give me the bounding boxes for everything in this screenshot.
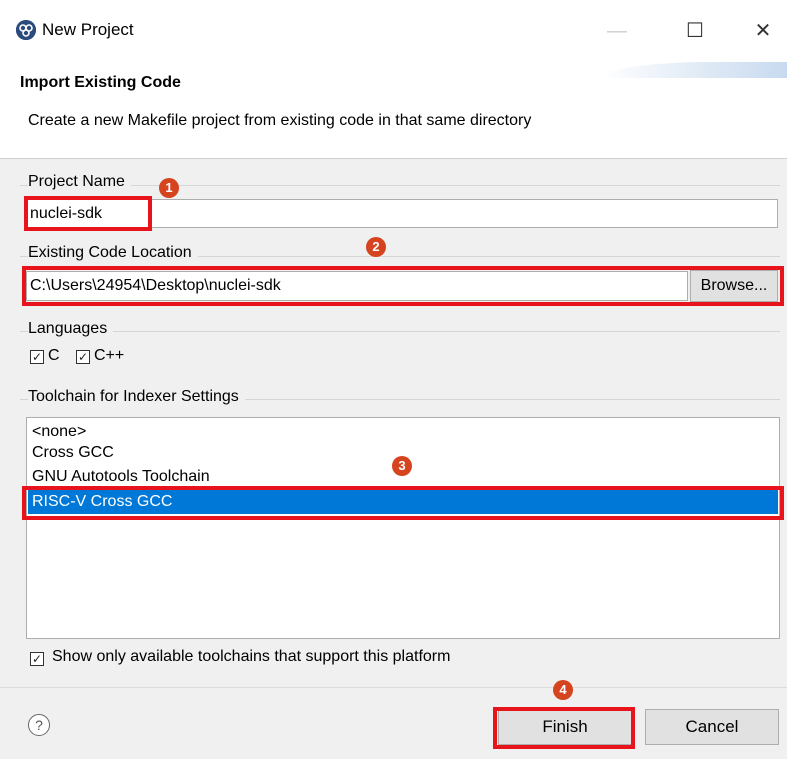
toolchain-filter-label: Show only available toolchains that supp… [52, 648, 451, 665]
wizard-page-title: Import Existing Code [20, 74, 181, 91]
project-name-input[interactable]: nuclei-sdk [26, 199, 778, 228]
code-location-label: Existing Code Location [28, 244, 198, 262]
language-cpp-label: C++ [94, 347, 125, 364]
toolchain-label: Toolchain for Indexer Settings [28, 388, 245, 406]
help-icon[interactable]: ? [28, 714, 50, 736]
step-badge-1: 1 [159, 178, 179, 198]
toolchain-filter-checkbox[interactable]: ✓ [30, 652, 44, 666]
step-badge-2: 2 [366, 237, 386, 257]
cancel-button[interactable]: Cancel [645, 709, 779, 745]
toolchain-item-riscv-cross-gcc[interactable]: RISC-V Cross GCC [28, 490, 778, 514]
step-badge-4: 4 [553, 680, 573, 700]
step-badge-3: 3 [392, 456, 412, 476]
wizard-page-description: Create a new Makefile project from exist… [28, 112, 532, 129]
browse-button[interactable]: Browse... [690, 270, 778, 302]
group-divider [20, 185, 780, 186]
app-logo-icon [16, 20, 36, 40]
close-button[interactable]: ✕ [748, 16, 778, 46]
minimize-button[interactable]: — [602, 16, 632, 46]
language-c-label: C [48, 347, 60, 364]
group-divider [20, 331, 780, 332]
maximize-button[interactable]: ☐ [680, 16, 710, 46]
finish-button[interactable]: Finish [498, 709, 632, 745]
language-c-checkbox[interactable]: ✓ [30, 350, 44, 364]
footer-divider [0, 687, 787, 688]
code-location-input[interactable]: C:\Users\24954\Desktop\nuclei-sdk [26, 271, 688, 301]
languages-label: Languages [28, 320, 114, 338]
project-name-label: Project Name [28, 173, 131, 191]
toolchain-list[interactable]: <none> Cross GCC GNU Autotools Toolchain… [26, 417, 780, 639]
language-cpp-checkbox[interactable]: ✓ [76, 350, 90, 364]
window-title: New Project [42, 20, 134, 39]
